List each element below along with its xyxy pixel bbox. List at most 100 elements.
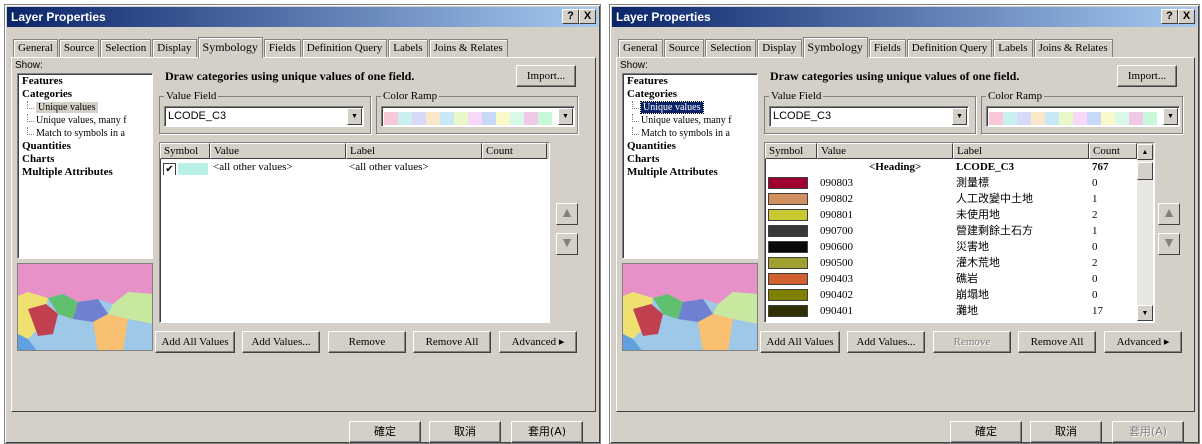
tab-fields[interactable]: Fields <box>263 39 301 57</box>
symbol-swatch[interactable] <box>768 257 808 269</box>
help-button[interactable]: ? <box>1161 9 1178 24</box>
column-header-label[interactable]: Label <box>346 143 482 159</box>
import-button[interactable]: Import... <box>1117 65 1177 87</box>
symbol-swatch[interactable] <box>768 225 808 237</box>
symbol-swatch[interactable] <box>768 177 808 189</box>
add-values-button[interactable]: Add Values... <box>847 331 925 353</box>
show-item-multiple-attributes[interactable]: Multiple Attributes <box>18 166 152 179</box>
column-header-value[interactable]: Value <box>210 143 346 159</box>
symbol-swatch[interactable] <box>768 305 808 317</box>
column-header-symbol[interactable]: Symbol <box>160 143 210 159</box>
chevron-down-icon[interactable]: ▼ <box>558 108 573 125</box>
show-item-unique-values[interactable]: Unique values <box>18 101 152 114</box>
symbol-swatch[interactable] <box>768 241 808 253</box>
show-item-charts[interactable]: Charts <box>623 153 757 166</box>
scroll-thumb[interactable] <box>1137 162 1153 180</box>
advanced-button[interactable]: Advanced ▸ <box>499 331 577 353</box>
color-ramp-select[interactable]: ▼ <box>381 106 575 127</box>
show-item-quantities[interactable]: Quantities <box>18 140 152 153</box>
tab-fields[interactable]: Fields <box>868 39 906 57</box>
symbol-swatch[interactable] <box>768 193 808 205</box>
color-ramp-select[interactable]: ▼ <box>986 106 1180 127</box>
add-values-button[interactable]: Add Values... <box>242 331 320 353</box>
tab-labels[interactable]: Labels <box>993 39 1033 57</box>
tab-general[interactable]: General <box>618 39 663 57</box>
tab-definition-query[interactable]: Definition Query <box>906 39 993 57</box>
advanced-button[interactable]: Advanced ▸ <box>1104 331 1182 353</box>
remove-all-button[interactable]: Remove All <box>413 331 491 353</box>
tab-source[interactable]: Source <box>663 39 705 57</box>
column-header-value[interactable]: Value <box>817 143 953 159</box>
tab-display[interactable]: Display <box>757 39 802 57</box>
symbol-swatch[interactable] <box>768 273 808 285</box>
table-row[interactable]: 090802 人工改變中土地 1 <box>765 191 1154 207</box>
table-row[interactable]: 090803 測量標 0 <box>765 175 1154 191</box>
table-row[interactable]: 090500 灌木荒地 2 <box>765 255 1154 271</box>
table-scrollbar[interactable]: ▲ ▼ <box>1137 144 1153 321</box>
move-up-arrow-icon[interactable]: ▲ <box>556 203 578 225</box>
table-row-heading[interactable]: <Heading> LCODE_C3 767 <box>765 159 1154 175</box>
show-item-features[interactable]: Features <box>623 75 757 88</box>
move-down-arrow-icon[interactable]: ▼ <box>1158 233 1180 255</box>
column-header-count[interactable]: Count <box>482 143 547 159</box>
add-all-values-button[interactable]: Add All Values <box>760 331 840 353</box>
tab-symbology[interactable]: Symbology <box>197 37 263 58</box>
tab-definition-query[interactable]: Definition Query <box>301 39 388 57</box>
apply-button[interactable]: 套用(A) <box>511 421 583 443</box>
add-all-values-button[interactable]: Add All Values <box>155 331 235 353</box>
cancel-button[interactable]: 取消 <box>429 421 501 443</box>
tab-joins-relates[interactable]: Joins & Relates <box>1033 39 1113 57</box>
column-header-label[interactable]: Label <box>953 143 1089 159</box>
table-row[interactable]: ✔ <all other values> <all other values> <box>160 159 549 175</box>
chevron-down-icon[interactable]: ▼ <box>1163 108 1178 125</box>
ok-button[interactable]: 確定 <box>349 421 421 443</box>
table-row[interactable]: 090403 礁岩 0 <box>765 271 1154 287</box>
table-row[interactable]: 090401 灘地 17 <box>765 303 1154 319</box>
show-item-categories[interactable]: Categories <box>623 88 757 101</box>
table-row[interactable]: 090700 營建剩餘土石方 1 <box>765 223 1154 239</box>
remove-button[interactable]: Remove <box>328 331 406 353</box>
show-item-quantities[interactable]: Quantities <box>623 140 757 153</box>
import-button[interactable]: Import... <box>516 65 576 87</box>
column-header-count[interactable]: Count <box>1089 143 1137 159</box>
symbol-swatch[interactable] <box>178 163 208 175</box>
show-item-categories[interactable]: Categories <box>18 88 152 101</box>
tab-selection[interactable]: Selection <box>100 39 152 57</box>
show-item-multiple-attributes[interactable]: Multiple Attributes <box>623 166 757 179</box>
help-button[interactable]: ? <box>562 9 579 24</box>
show-item-match-symbols[interactable]: Match to symbols in a <box>623 127 757 140</box>
remove-button[interactable]: Remove <box>933 331 1011 353</box>
column-header-symbol[interactable]: Symbol <box>765 143 817 159</box>
value-field-select[interactable]: LCODE_C3 ▼ <box>769 106 969 127</box>
symbol-swatch[interactable] <box>768 289 808 301</box>
tab-selection[interactable]: Selection <box>705 39 757 57</box>
show-item-unique-values[interactable]: Unique values <box>623 101 757 114</box>
show-item-charts[interactable]: Charts <box>18 153 152 166</box>
tab-display[interactable]: Display <box>152 39 197 57</box>
tab-general[interactable]: General <box>13 39 58 57</box>
show-item-unique-values-many[interactable]: Unique values, many f <box>18 114 152 127</box>
show-item-features[interactable]: Features <box>18 75 152 88</box>
cancel-button[interactable]: 取消 <box>1030 421 1102 443</box>
symbol-swatch[interactable] <box>768 209 808 221</box>
ok-button[interactable]: 確定 <box>950 421 1022 443</box>
chevron-down-icon[interactable]: ▼ <box>347 108 362 125</box>
remove-all-button[interactable]: Remove All <box>1018 331 1096 353</box>
show-item-unique-values-many[interactable]: Unique values, many f <box>623 114 757 127</box>
scroll-down-icon[interactable]: ▼ <box>1137 305 1153 321</box>
table-row[interactable]: 090402 崩塌地 0 <box>765 287 1154 303</box>
table-row[interactable]: 090801 未使用地 2 <box>765 207 1154 223</box>
move-up-arrow-icon[interactable]: ▲ <box>1158 203 1180 225</box>
table-row[interactable]: 090600 災害地 0 <box>765 239 1154 255</box>
checkbox[interactable]: ✔ <box>163 162 176 175</box>
chevron-down-icon[interactable]: ▼ <box>952 108 967 125</box>
value-field-select[interactable]: LCODE_C3 ▼ <box>164 106 364 127</box>
close-button[interactable]: X <box>1178 9 1195 24</box>
tab-symbology[interactable]: Symbology <box>802 37 868 58</box>
tab-source[interactable]: Source <box>58 39 100 57</box>
scroll-up-icon[interactable]: ▲ <box>1137 144 1153 160</box>
apply-button[interactable]: 套用(A) <box>1112 421 1184 443</box>
tab-joins-relates[interactable]: Joins & Relates <box>428 39 508 57</box>
move-down-arrow-icon[interactable]: ▼ <box>556 233 578 255</box>
close-button[interactable]: X <box>579 9 596 24</box>
